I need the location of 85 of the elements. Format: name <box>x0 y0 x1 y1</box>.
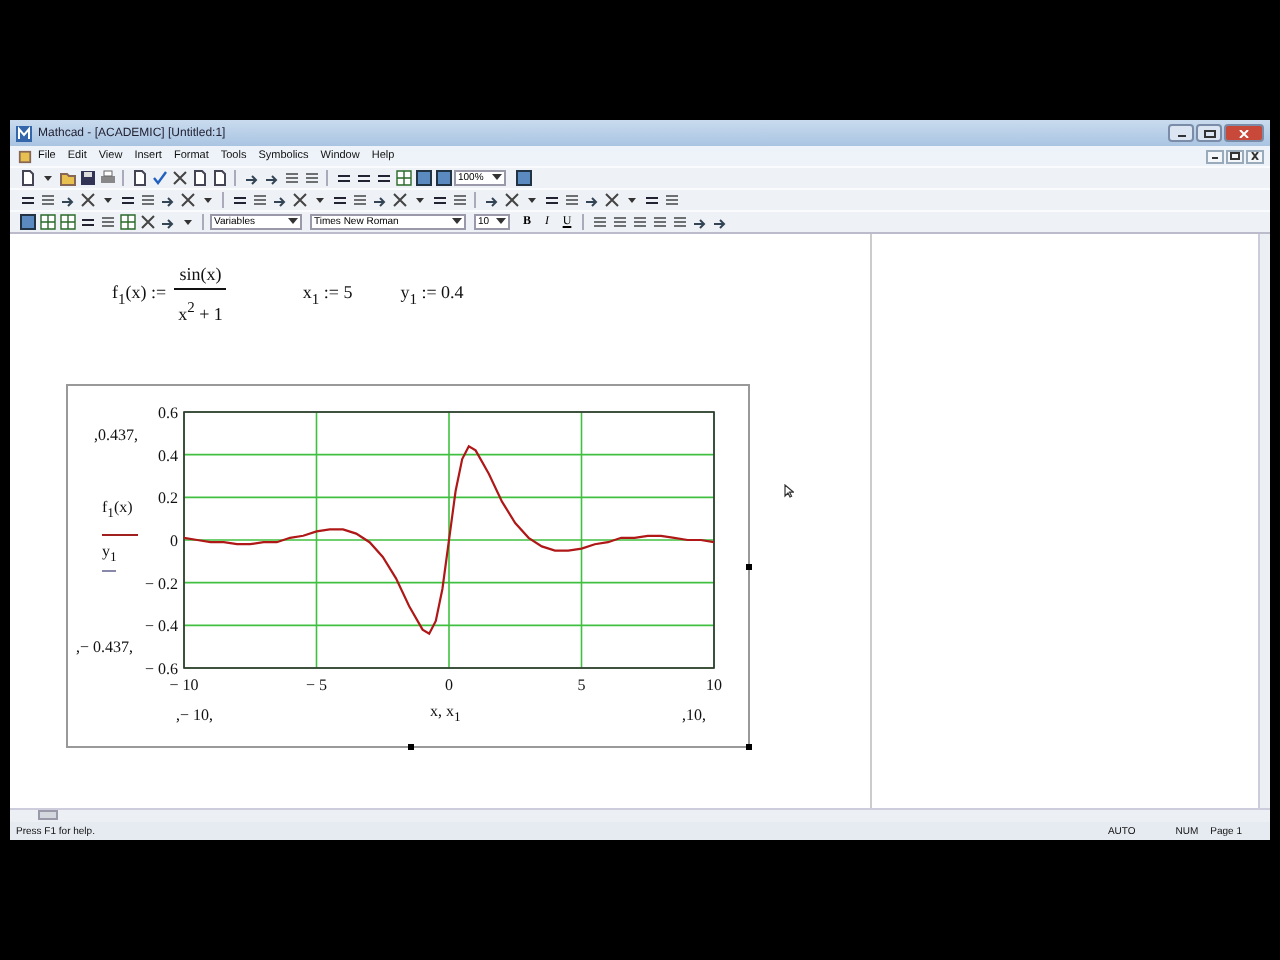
y-tick-label: 0.4 <box>158 446 178 465</box>
y-min-label: ,− 0.437, <box>76 638 134 658</box>
numerator: sin(x) <box>177 264 224 284</box>
x-tick-label: − 10 <box>169 676 199 694</box>
equals-icon[interactable] <box>78 213 96 231</box>
close-icon <box>1238 129 1250 137</box>
math-symbol-icon[interactable] <box>542 191 560 209</box>
equals-icon[interactable] <box>334 169 352 187</box>
minimize-button[interactable] <box>1206 149 1224 163</box>
matrix-icon[interactable] <box>58 213 76 231</box>
legend-line <box>102 534 138 536</box>
plot-region[interactable]: 0.6 0.4 0.2 0 − 0.2 − 0.4 − 0.6 − 10 − 5 0 5 10 ,0.437, ,− 0.437, ,− 10, ,10, f$_{1}$(x) y$_{1}$ x, x$_{1}$ <box>66 384 750 748</box>
align-center-icon[interactable] <box>610 213 628 231</box>
x-axis-label: x, x$_{1}$ <box>430 702 461 730</box>
caret-icon <box>288 218 298 226</box>
y-tick-label: − 0.4 <box>144 617 178 636</box>
minimize-button[interactable] <box>1168 124 1194 142</box>
matrix-icon[interactable] <box>118 213 136 231</box>
restore-button[interactable] <box>1226 149 1244 163</box>
equals-icon[interactable] <box>354 169 372 187</box>
math-symbol-icon[interactable] <box>330 191 348 209</box>
horizontal-scrollbar[interactable] <box>10 808 1270 822</box>
close-button[interactable] <box>1246 149 1264 163</box>
printer-icon[interactable] <box>98 169 116 187</box>
math-symbol-icon[interactable] <box>78 191 96 209</box>
math-symbol-icon[interactable] <box>582 191 600 209</box>
math-symbol-icon[interactable] <box>118 191 136 209</box>
align-left-icon[interactable] <box>590 213 608 231</box>
maximize-button[interactable] <box>1196 124 1222 142</box>
x-tick-label: − 5 <box>306 676 327 694</box>
resize-handle[interactable] <box>746 564 752 570</box>
align-icon[interactable] <box>302 169 320 187</box>
y-max-label: ,0.437, <box>94 426 138 446</box>
math-symbol-icon[interactable] <box>230 191 248 209</box>
function-definition: f$_{1}$(x) := <box>112 281 167 307</box>
floppy-disk-icon[interactable] <box>78 169 96 187</box>
app-icon <box>16 125 32 141</box>
vertical-scrollbar[interactable] <box>1258 234 1270 808</box>
x-tick-label: 5 <box>577 676 586 694</box>
y-tick-label: − 0.2 <box>144 574 178 593</box>
close-icon <box>1250 152 1260 160</box>
math-symbol-icon[interactable] <box>270 191 288 209</box>
math-symbol-icon[interactable] <box>370 191 388 209</box>
y-tick-label: 0.2 <box>158 489 178 508</box>
variable-definition: y$_{1}$ := 0.4 <box>400 281 464 307</box>
y-tick-label: 0 <box>170 532 178 550</box>
math-symbol-icon[interactable] <box>158 191 176 209</box>
math-symbol-icon[interactable] <box>178 191 196 209</box>
maximize-icon <box>1203 129 1215 137</box>
equals-icon[interactable] <box>374 169 392 187</box>
math-symbol-icon[interactable] <box>602 191 620 209</box>
math-symbol-icon[interactable] <box>18 191 36 209</box>
x-tick-label: 0 <box>445 676 453 694</box>
x-min-label: ,− 10, <box>176 706 214 726</box>
align-icon[interactable] <box>282 169 300 187</box>
variable-definition: x$_{1}$ := 5 <box>302 281 353 307</box>
scrollbar-thumb[interactable] <box>38 810 58 820</box>
x-max-label: ,10, <box>682 706 706 726</box>
square-icon[interactable] <box>434 169 452 187</box>
arrow-icon[interactable] <box>158 213 176 231</box>
math-symbol-icon[interactable] <box>430 191 448 209</box>
resize-handle[interactable] <box>746 744 752 750</box>
math-symbol-icon[interactable] <box>502 191 520 209</box>
checkmark-icon[interactable] <box>150 169 168 187</box>
folder-icon[interactable] <box>58 169 76 187</box>
resize-handle[interactable] <box>408 744 414 750</box>
math-symbol-icon[interactable] <box>290 191 308 209</box>
y-tick-label: 0.6 <box>158 404 178 422</box>
mouse-pointer-icon <box>784 484 794 498</box>
y-tick-label: − 0.6 <box>144 660 178 678</box>
caret-icon <box>452 218 462 226</box>
x-tick-label: 10 <box>706 676 722 694</box>
caret-icon <box>496 218 506 226</box>
math-symbol-icon[interactable] <box>390 191 408 209</box>
denominator: x$^{2}$ + 1 <box>174 288 227 324</box>
y-axis-label: y$_{1}$ <box>102 542 117 572</box>
restore-icon <box>1230 152 1240 160</box>
caret-icon <box>492 174 502 182</box>
align-right-icon[interactable] <box>630 213 648 231</box>
y-axis-label: f$_{1}$(x) <box>102 498 133 526</box>
math-symbol-icon[interactable] <box>482 191 500 209</box>
minimize-icon <box>1175 129 1187 137</box>
minimize-icon <box>1210 152 1220 160</box>
math-symbol-icon[interactable] <box>642 191 660 209</box>
math-symbol-icon[interactable] <box>58 191 76 209</box>
